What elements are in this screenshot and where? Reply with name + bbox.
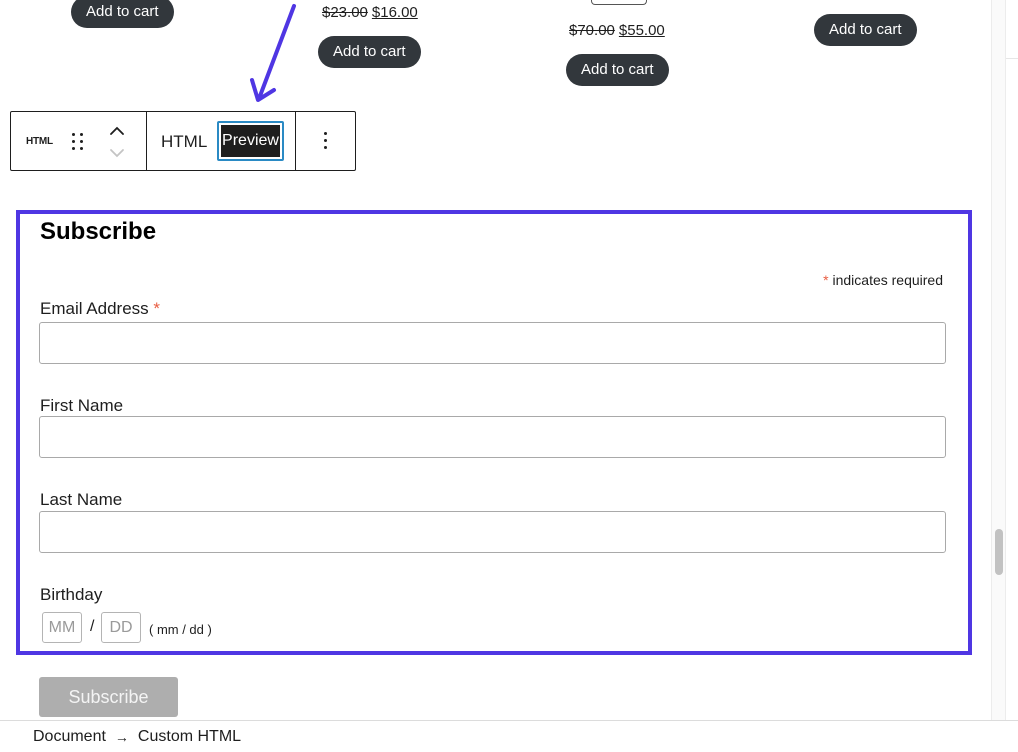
required-note: * indicates required [823,272,943,288]
add-to-cart-button-4[interactable]: Add to cart [814,14,917,46]
chevron-up-icon [110,126,124,135]
block-controls: HTML [11,112,146,170]
first-name-field[interactable] [39,416,946,458]
product-price-3: $70.00 $55.00 [569,22,665,39]
editor-canvas: Add to cart $23.00 $16.00 Add to cart $70… [0,0,1018,752]
more-vertical-icon [323,132,328,150]
vertical-scrollbar[interactable] [991,0,1006,720]
product-image-edge [591,0,647,5]
form-title: Subscribe [40,218,157,245]
required-asterisk: * [153,299,161,318]
email-label: Email Address * [40,299,160,319]
last-name-label: Last Name [40,490,123,509]
add-to-cart-button-1[interactable]: Add to cart [71,0,174,28]
required-asterisk: * [823,272,829,288]
date-separator: / [90,618,95,635]
breadcrumb-custom-html[interactable]: Custom HTML [138,728,241,746]
scrollbar-thumb[interactable] [995,529,1003,575]
custom-html-block[interactable]: Subscribe * indicates required Email Add… [16,210,972,655]
required-note-text: indicates required [832,272,943,288]
block-toolbar: HTML HTML Preview [10,111,356,171]
more-options-button[interactable] [295,112,355,170]
chevron-down-icon [110,149,124,158]
add-to-cart-button-2[interactable]: Add to cart [318,36,421,68]
add-to-cart-button-3[interactable]: Add to cart [566,54,669,86]
breadcrumb-document[interactable]: Document [33,728,106,746]
first-name-label: First Name [40,396,124,415]
email-label-text: Email Address [40,299,149,318]
original-price: $23.00 [322,4,368,21]
email-field[interactable] [39,322,946,364]
sidebar-divider [1006,58,1018,59]
tab-preview[interactable]: Preview [217,121,284,161]
product-price-2: $23.00 $16.00 [322,4,418,21]
birthday-day-field[interactable] [101,612,141,643]
arrow-down-left-icon [250,4,296,102]
drag-handle-icon[interactable] [72,133,86,151]
block-breadcrumb: Document → Custom HTML [0,720,1018,752]
tab-preview-label: Preview [221,125,280,157]
birthday-label: Birthday [40,585,103,604]
tab-html[interactable]: HTML [161,132,207,152]
birthday-month-field[interactable] [42,612,82,643]
arrow-right-icon: → [114,728,129,745]
move-block-controls [110,126,124,158]
last-name-field[interactable] [39,511,946,553]
original-price: $70.00 [569,22,615,39]
sale-price: $16.00 [371,4,418,21]
html-block-icon[interactable]: HTML [26,136,53,147]
sale-price: $55.00 [618,22,665,39]
date-format-hint: ( mm / dd ) [149,622,212,637]
html-mode-tabs: HTML Preview [146,112,295,170]
subscribe-button[interactable]: Subscribe [39,677,178,717]
